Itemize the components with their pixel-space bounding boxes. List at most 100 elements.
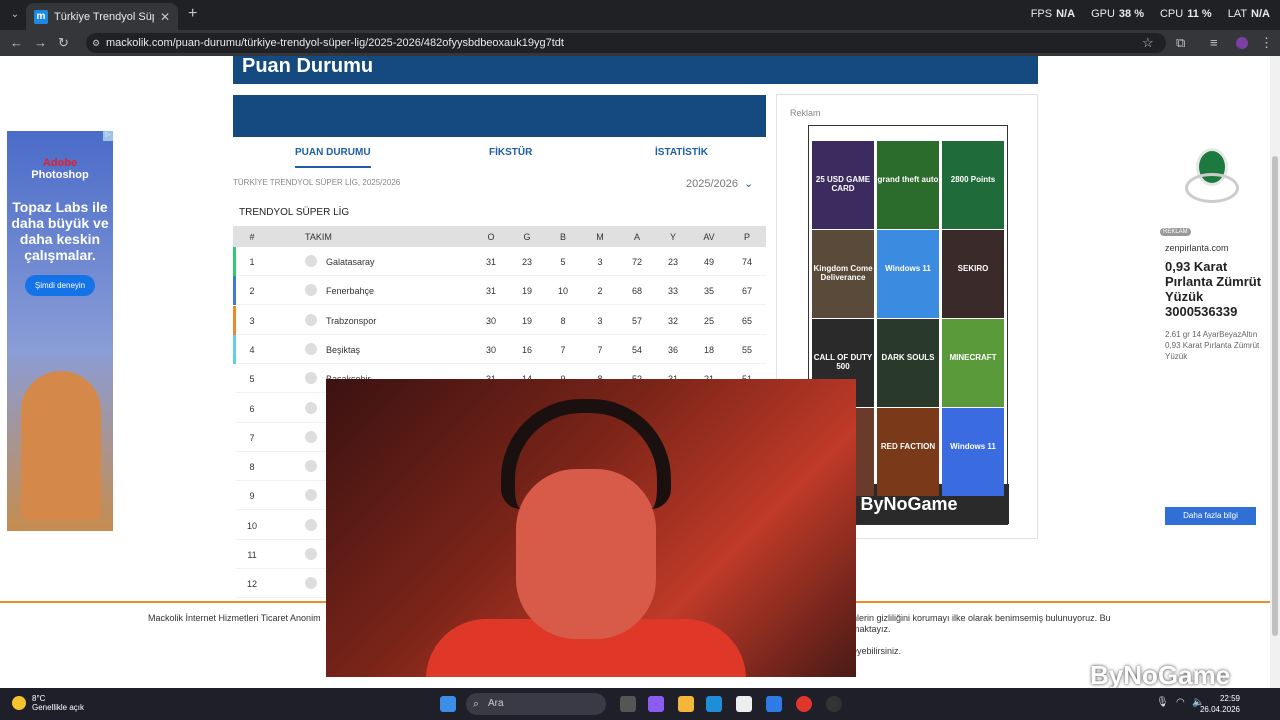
row-team[interactable]: Trabzonspor [326,316,376,326]
mail-icon[interactable] [766,696,782,712]
chrome-icon[interactable] [796,696,812,712]
ad-pitch: Topaz Labs ile daha büyük ve daha keskin… [11,199,109,263]
table-row[interactable]: 1 Galatasaray 31 23 5 3 72 23 49 74 [233,247,766,276]
team-logo-icon [305,460,317,473]
start-icon[interactable] [440,696,456,712]
reload-icon[interactable]: ↻ [58,35,69,51]
profile-avatar-icon[interactable] [1236,37,1248,49]
row-a: 72 [631,257,642,267]
menu-kebab-icon[interactable]: ⋮ [1260,35,1273,51]
photoshop-ad[interactable]: Adobe Photoshop Topaz Labs ile daha büyü… [7,131,113,531]
tab-title: Türkiye Trendyol Süper Lig 2025 [54,10,154,23]
team-logo-icon [305,255,317,267]
ad-game-tile[interactable]: RED FACTION [877,408,939,496]
row-pos: 10 [246,520,257,531]
tab-istatistik[interactable]: İSTATİSTİK [655,147,708,158]
ad-site: zenpirlanta.com [1165,243,1229,253]
row-team[interactable]: Beşiktaş [326,345,360,355]
row-g: 19 [521,315,532,326]
clock-date: 26.04.2026 [1199,705,1240,714]
col-m: M [596,232,604,242]
ad-game-tile[interactable]: 25 USD GAME CARD [812,141,874,229]
ad-game-tile[interactable]: 2800 Points [942,141,1004,229]
ad-game-tile[interactable]: DARK SOULS [877,319,939,407]
back-icon[interactable]: ← [10,35,23,50]
ad-game-tile[interactable]: grand theft auto [877,141,939,229]
ad-game-tile[interactable]: Kingdom Come Deliverance [812,230,874,318]
tab-puan-durumu[interactable]: PUAN DURUMU [295,147,371,168]
reading-list-icon[interactable]: ≡ [1210,35,1218,50]
clock-time: 22:59 [1219,694,1240,703]
row-o: 30 [485,344,496,355]
store-icon[interactable] [736,696,752,712]
search-box[interactable]: ⌕ Ara [466,693,606,715]
tab-fikstur[interactable]: FİKSTÜR [489,147,532,158]
ad-game-tile[interactable]: Windows 11 [877,230,939,318]
season-select[interactable]: 2025/2026 ⌄ [686,177,753,190]
cookie-text-right: nlerin gizliliğini korumayı ilke olarak … [852,613,1111,634]
stat-lat: LAT N/A [1227,8,1270,20]
adchoices-icon[interactable]: ▷ [103,131,113,141]
row-av: 49 [703,257,714,267]
team-logo-icon [305,489,317,502]
col-o: O [487,232,495,242]
close-tab-icon[interactable]: ✕ [160,10,170,24]
browser-tab[interactable]: m Türkiye Trendyol Süper Lig 2025 ✕ [26,3,178,30]
bookmark-star-icon[interactable]: ☆ [1142,35,1154,51]
wifi-icon[interactable]: ◠ [1176,697,1185,708]
ad-game-tile[interactable]: MINECRAFT [942,319,1004,407]
row-o: 30 [485,315,496,326]
adobe-label: Adobe [42,157,78,169]
weather-desc: Genellikle açık [32,703,85,712]
site-info-icon[interactable]: ⚙ [92,33,100,53]
row-pos: 4 [249,344,255,355]
row-color-bar [233,393,236,423]
copilot-icon[interactable] [648,696,664,712]
tab-search-icon[interactable]: ⌄ [6,6,24,24]
photoshop-label: Photoshop [31,169,89,181]
stat-cpu: CPU 11 % [1159,8,1212,20]
more-info-button[interactable]: Daha fazla bilgi [1165,507,1256,525]
team-logo-icon [305,518,317,531]
ad-game-tile[interactable]: Windows 11 [942,408,1004,496]
extensions-icon[interactable]: ⧉ [1176,35,1185,51]
clock[interactable]: 22:59 26.04.2026 [1200,693,1240,715]
row-a: 68 [631,286,642,297]
row-team[interactable]: Galatasaray [326,257,375,267]
adobe-brand: Adobe Photoshop [7,157,113,181]
task-view-icon[interactable] [620,696,636,712]
table-row[interactable]: 2 Fenerbahçe 31 19 10 2 68 33 35 67 [233,276,766,306]
row-team[interactable]: Fenerbahçe [326,286,374,296]
jewelry-ad[interactable]: REKLAM zenpirlanta.com 0,93 Karat Pırlan… [1157,131,1267,531]
row-p: 74 [741,257,752,267]
row-m: 3 [597,257,603,267]
row-pos: 7 [249,432,255,443]
headphones-icon [501,399,671,509]
league-name: TRENDYOL SÜPER LİG [239,207,350,218]
table-row[interactable]: 4 Beşiktaş 30 16 7 7 54 36 18 55 [233,334,766,364]
try-now-button[interactable]: Şimdi deneyin [24,275,96,296]
forward-icon[interactable]: → [34,35,47,50]
row-y: 23 [667,257,678,267]
obs-icon[interactable] [826,696,842,712]
file-explorer-icon[interactable] [678,696,694,712]
row-color-bar [233,569,236,599]
edge-icon[interactable] [706,696,722,712]
mic-icon[interactable]: 🎙 [1156,697,1169,708]
page-scrollbar[interactable] [1270,56,1280,688]
url-field[interactable]: ⚙ mackolik.com/puan-durumu/türkiye-trend… [86,33,1166,53]
row-pos: 2 [249,286,255,297]
standings-banner [233,95,766,137]
stat-fps: FPS N/A [1030,8,1076,20]
row-color-bar [233,422,236,452]
ad-game-tile[interactable]: SEKIRO [942,230,1004,318]
row-av: 18 [703,344,714,355]
tab-bar: ⌄ m Türkiye Trendyol Süper Lig 2025 ✕ + … [0,0,1280,30]
row-p: 65 [741,315,752,326]
new-tab-icon[interactable]: + [188,5,197,23]
table-row[interactable]: 3 Trabzonspor 30 19 8 3 57 32 25 65 [233,305,766,335]
row-pos: 12 [246,579,257,590]
season-value: 2025/2026 [686,178,738,190]
row-color-bar [233,364,236,394]
weather-widget[interactable]: 8°C Genellikle açık [12,694,84,712]
